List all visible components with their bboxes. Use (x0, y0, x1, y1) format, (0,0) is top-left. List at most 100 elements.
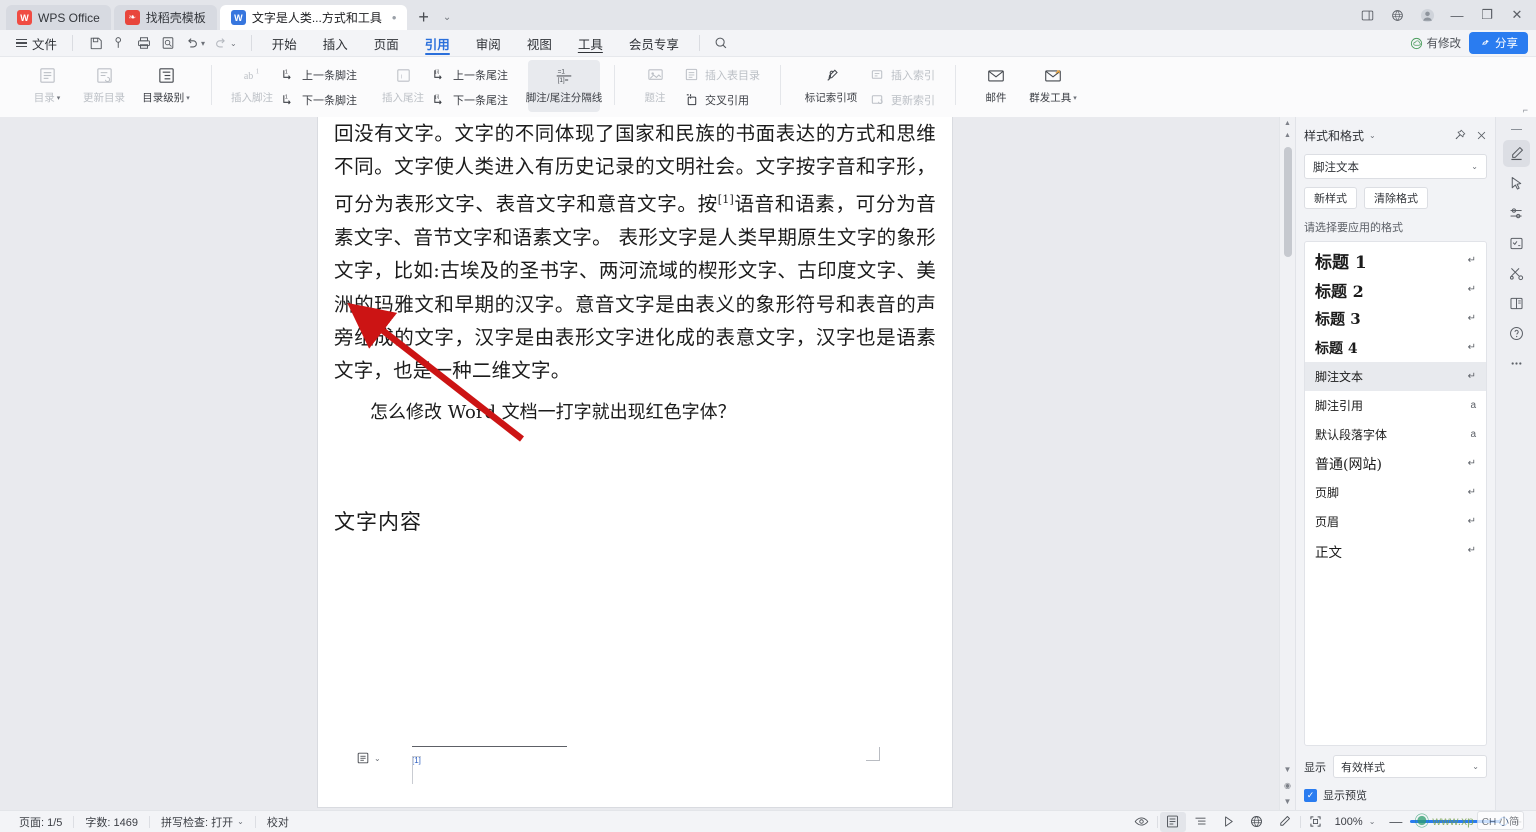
ribbon-tab-start[interactable]: 开始 (259, 30, 310, 57)
scroll-up-arrow-icon[interactable]: ▲ (1284, 117, 1291, 129)
style-item-body-text[interactable]: 正文 ↵ (1305, 536, 1486, 565)
tab-wps-office[interactable]: W WPS Office (6, 5, 111, 30)
print-layout-icon[interactable] (1159, 811, 1186, 832)
ribbon-tab-review[interactable]: 审阅 (463, 30, 514, 57)
insert-table-of-figures-button[interactable]: 插入表目录 (681, 63, 766, 86)
scrollbar-thumb[interactable] (1284, 147, 1292, 257)
document-paragraph[interactable]: 回没有文字。文字的不同体现了国家和民族的书面表达的方式和思维不同。文字使人类进入… (334, 117, 936, 387)
chevron-down-icon[interactable]: ⌄ (1369, 131, 1376, 140)
clear-format-button[interactable]: 清除格式 (1364, 187, 1428, 209)
insert-endnote-button[interactable]: i 插入尾注 (377, 60, 429, 112)
share-button[interactable]: 分享 (1469, 32, 1528, 54)
ribbon-tab-tools[interactable]: 工具 (565, 30, 616, 57)
read-eye-icon[interactable] (1129, 812, 1155, 832)
style-item-footer[interactable]: 页脚 ↵ (1305, 478, 1486, 507)
print-preview-icon[interactable] (156, 32, 179, 54)
tools-scissors-icon[interactable] (1503, 260, 1530, 287)
close-icon[interactable] (1476, 130, 1487, 141)
word-count-indicator[interactable]: 字数: 1469 (74, 814, 149, 830)
ribbon-tab-insert[interactable]: 插入 (310, 30, 361, 57)
help-circle-icon[interactable] (1503, 320, 1530, 347)
pen-edit-icon[interactable] (1272, 812, 1298, 832)
zoom-slider[interactable] (1410, 817, 1509, 826)
current-style-dropdown[interactable]: 脚注文本 ⌄ (1304, 154, 1487, 179)
select-browse-object-icon[interactable]: ◉ (1284, 781, 1291, 790)
chevron-down-icon[interactable]: ⌄ (437, 5, 457, 30)
outline-icon[interactable] (1188, 812, 1214, 832)
mail-button[interactable]: 邮件 (970, 60, 1022, 112)
scroll-up-arrow-icon-2[interactable]: ▲ (1284, 129, 1291, 141)
footnote-row[interactable]: ⌄ [1] (352, 748, 936, 784)
tab-find-template[interactable]: ❧ 找稻壳模板 (113, 5, 217, 30)
document-question-line[interactable]: 怎么修改 Word 文档一打字就出现红色字体？ (334, 398, 936, 428)
fullscreen-icon[interactable] (1303, 812, 1329, 832)
zoom-level-label[interactable]: 100% (1331, 816, 1367, 828)
search-icon[interactable] (707, 30, 735, 57)
update-index-button[interactable]: 更新索引 (867, 88, 941, 111)
style-item-heading-3[interactable]: 标题 3 ↵ (1305, 304, 1486, 333)
link-icon[interactable] (108, 32, 131, 54)
sidebar-toggle-icon[interactable] (1352, 1, 1382, 29)
insert-footnote-button[interactable]: ab 1 插入脚注 (226, 60, 278, 112)
ribbon-tab-member[interactable]: 会员专享 (616, 30, 692, 57)
footnote-options-control[interactable]: ⌄ (352, 748, 387, 768)
insert-index-button[interactable]: 插入索引 (867, 63, 941, 86)
print-icon[interactable] (132, 32, 155, 54)
style-item-header[interactable]: 页眉 ↵ (1305, 507, 1486, 536)
style-item-heading-4[interactable]: 标题 4 ↵ (1305, 333, 1486, 362)
close-tab-icon[interactable]: • (392, 11, 397, 24)
more-options-icon[interactable] (1503, 350, 1530, 377)
book-reader-icon[interactable] (1503, 290, 1530, 317)
new-style-button[interactable]: 新样式 (1304, 187, 1357, 209)
close-window-button[interactable]: ✕ (1502, 1, 1532, 29)
document-canvas[interactable]: 回没有文字。文字的不同体现了国家和民族的书面表达的方式和思维不同。文字使人类进入… (0, 117, 1279, 810)
cloud-sync-status[interactable]: 有修改 (1410, 35, 1461, 51)
chevron-down-icon[interactable]: ⌄ (1369, 817, 1382, 826)
style-item-footnote-reference[interactable]: 脚注引用 a (1305, 391, 1486, 420)
new-tab-button[interactable]: + (410, 5, 437, 30)
caption-button[interactable]: 题注 (629, 60, 681, 112)
settings-sliders-icon[interactable] (1503, 200, 1530, 227)
cursor-select-icon[interactable] (1503, 170, 1530, 197)
style-item-normal-web[interactable]: 普通(网站) ↵ (1305, 449, 1486, 478)
pin-icon[interactable] (1454, 129, 1466, 141)
mark-index-entry-button[interactable]: 标记索引项 (795, 60, 867, 112)
ribbon-expand-icon[interactable]: ⌐ (1523, 105, 1528, 115)
vertical-scrollbar[interactable]: ▲ ▲ ▼ ◉ ▼ (1279, 117, 1295, 810)
pen-tool-icon[interactable] (1502, 140, 1530, 168)
save-icon[interactable] (84, 32, 107, 54)
show-preview-checkbox-row[interactable]: ✓ 显示预览 (1304, 787, 1487, 803)
cross-reference-button[interactable]: 交叉引用 (681, 88, 766, 111)
file-menu-button[interactable]: 文件 (8, 32, 65, 54)
footnote-separator-button[interactable]: =1 [1]= 脚注/尾注分隔线 (526, 60, 602, 112)
document-heading[interactable]: 文字内容 (334, 506, 936, 536)
tab-active-document[interactable]: W 文字是人类...方式和工具 • (219, 5, 408, 30)
style-item-default-paragraph-font[interactable]: 默认段落字体 a (1305, 420, 1486, 449)
maximize-button[interactable]: ❐ (1472, 1, 1502, 29)
document-page[interactable]: 回没有文字。文字的不同体现了国家和民族的书面表达的方式和思维不同。文字使人类进入… (318, 117, 952, 807)
prev-endnote-button[interactable]: [i] 上一条尾注 (429, 63, 514, 86)
next-page-icon[interactable]: ▼ (1284, 797, 1292, 806)
undo-caret-icon[interactable]: ▾ (201, 39, 208, 48)
show-preview-checkbox[interactable]: ✓ (1304, 788, 1317, 802)
style-item-footnote-text[interactable]: 脚注文本 ↵ (1305, 362, 1486, 391)
mass-mail-button[interactable]: 群发工具 ▾ (1022, 60, 1084, 112)
prev-page-icon[interactable]: ▼ (1284, 765, 1292, 774)
globe-help-icon[interactable] (1382, 1, 1412, 29)
ribbon-tab-view[interactable]: 视图 (514, 30, 565, 57)
presentation-icon[interactable] (1216, 812, 1242, 832)
zoom-in-button[interactable]: + (1508, 814, 1528, 829)
style-list[interactable]: 标题 1 ↵ 标题 2 ↵ 标题 3 ↵ 标题 4 ↵ 脚注文本 ↵ 脚注引用 … (1304, 241, 1487, 746)
collapse-dash-icon[interactable] (1510, 129, 1522, 131)
page-indicator[interactable]: 页面: 1/5 (8, 814, 73, 830)
next-endnote-button[interactable]: [i] 下一条尾注 (429, 88, 514, 111)
web-layout-icon[interactable] (1244, 812, 1270, 832)
update-toc-button[interactable]: 更新目录 (73, 60, 135, 112)
prev-footnote-button[interactable]: 1 上一条脚注 (278, 63, 363, 86)
document-check-icon[interactable] (1503, 230, 1530, 257)
zoom-out-button[interactable]: — (1383, 814, 1408, 829)
toc-level-button[interactable]: 目录级别 ▾ (135, 60, 197, 112)
next-footnote-button[interactable]: 1 下一条脚注 (278, 88, 363, 111)
toc-button[interactable]: 目录 ▾ (21, 60, 73, 112)
customize-qat-caret-icon[interactable]: ⌄ (230, 39, 240, 48)
